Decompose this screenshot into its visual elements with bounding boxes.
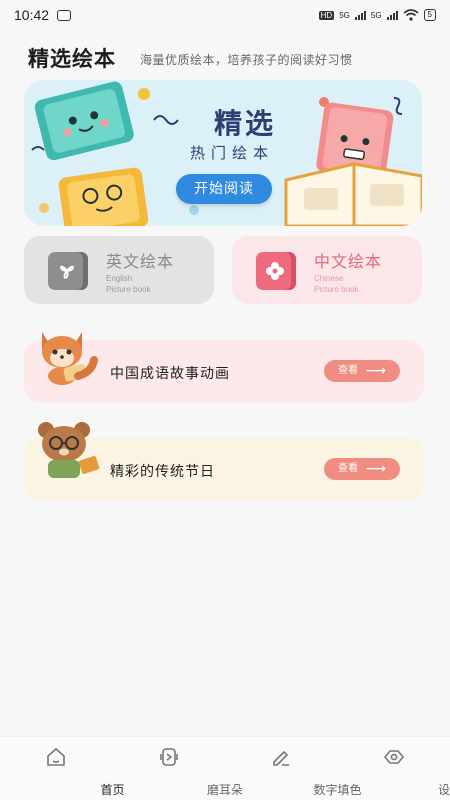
fox-mascot-icon	[42, 332, 98, 385]
hd-badge: HD	[318, 10, 335, 20]
nav-settings[interactable]: 设置	[338, 737, 450, 800]
notification-icon	[57, 9, 72, 21]
ear-icon	[159, 748, 178, 766]
pen-icon	[273, 751, 290, 766]
arrow-right-icon: ⟶	[365, 461, 386, 477]
signal-bars-icon-2	[386, 10, 398, 20]
banner-title: 精选	[214, 107, 277, 140]
view-button[interactable]: 查看 ⟶	[324, 458, 400, 480]
status-time: 10:42	[14, 7, 50, 23]
page-header: 精选绘本 海量优质绘本，培养孩子的阅读好习惯	[28, 40, 428, 76]
banner-subtitle: 热门绘本	[190, 144, 275, 162]
category-sub-label: Picture book	[106, 285, 151, 294]
start-reading-button[interactable]: 开始阅读	[176, 174, 272, 204]
story-label: 中国成语故事动画	[110, 366, 230, 382]
nav-settings-label: 设置	[437, 783, 450, 797]
chinese-picture-book-card[interactable]: 中文绘本 Chinese Picture book	[232, 236, 422, 304]
bear-mascot-icon	[38, 422, 100, 478]
wifi-icon	[403, 9, 419, 21]
bottom-nav: 首页 磨耳朵 数字填色 设置	[0, 736, 450, 800]
page-title: 精选绘本	[28, 47, 116, 71]
view-button-label: 查看	[338, 463, 358, 474]
signal-label-2: 5G	[370, 10, 382, 20]
nav-color-by-number[interactable]: 数字填色	[225, 737, 362, 800]
category-label: 英文绘本	[106, 252, 175, 271]
book-icon	[48, 252, 88, 290]
category-sub-label: Picture book	[314, 285, 359, 294]
page-subtitle: 海量优质绘本，培养孩子的阅读好习惯	[140, 52, 353, 67]
category-sub-label: Chinese	[314, 274, 344, 283]
signal-label-1: 5G	[339, 10, 350, 20]
english-picture-book-card[interactable]: 英文绘本 English Picture book	[24, 236, 214, 304]
status-bar: 10:42 HD 5G 5G 5	[0, 0, 450, 30]
eye-icon	[383, 750, 404, 764]
flower-book-icon	[256, 252, 296, 290]
view-button[interactable]: 查看 ⟶	[324, 360, 400, 382]
status-icons: HD 5G 5G 5	[318, 9, 436, 21]
category-label: 中文绘本	[314, 252, 383, 271]
featured-banner[interactable]: 精选 热门绘本 开始阅读	[24, 80, 422, 226]
home-icon	[47, 748, 66, 766]
battery-icon: 5	[423, 9, 436, 21]
signal-bars-icon	[354, 10, 366, 20]
view-button-label: 查看	[338, 365, 358, 376]
nav-ear-training[interactable]: 磨耳朵	[113, 737, 243, 800]
arrow-right-icon: ⟶	[365, 363, 386, 379]
nav-home[interactable]: 首页	[0, 737, 125, 800]
category-sub-label: English	[106, 274, 133, 283]
story-label: 精彩的传统节日	[110, 464, 215, 480]
